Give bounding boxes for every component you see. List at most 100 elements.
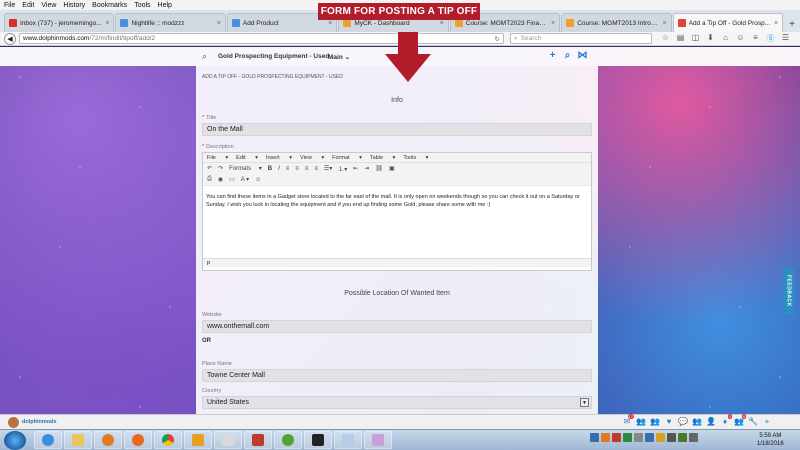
menu-history[interactable]: History <box>63 2 85 9</box>
formats-dropdown[interactable]: Formats ▾ <box>229 165 262 172</box>
close-icon[interactable]: × <box>663 20 667 27</box>
link-icon[interactable]: ⛓ <box>375 165 383 172</box>
title-input[interactable]: On the Mall <box>202 123 592 136</box>
indent-icon[interactable]: ⇥ <box>364 165 369 172</box>
align-left-icon[interactable]: ≡ <box>286 166 290 172</box>
close-icon[interactable]: × <box>774 20 778 27</box>
taskbar-paint[interactable] <box>364 431 392 449</box>
editor-menu-edit[interactable]: Edit ▾ <box>236 155 258 161</box>
reload-icon[interactable]: ↻ <box>495 35 500 43</box>
dropdown-arrow-icon[interactable]: ▼ <box>580 398 589 407</box>
people-icon[interactable]: 👥 5 <box>732 414 746 426</box>
bookmark-star-icon[interactable]: ☆ <box>658 33 673 44</box>
tray-icon[interactable] <box>601 433 610 442</box>
taskbar-filezilla[interactable] <box>244 431 272 449</box>
close-icon[interactable]: × <box>328 20 332 27</box>
home-icon[interactable]: ⌂ <box>718 33 733 44</box>
editor-menu-insert[interactable]: Insert ▾ <box>266 155 292 161</box>
share-icon[interactable]: ⋈ <box>575 50 590 61</box>
menu-help[interactable]: Help <box>158 2 172 9</box>
network-icon[interactable] <box>678 433 687 442</box>
download-icon[interactable]: ⬇ <box>703 33 718 44</box>
taskbar-firefox[interactable] <box>124 431 152 449</box>
numbered-list-icon[interactable]: ⒈▾ <box>338 164 347 173</box>
username-link[interactable]: dolphinmods <box>22 419 57 425</box>
smiley-icon[interactable]: ☺ <box>733 33 748 44</box>
editor-menu-view[interactable]: View ▾ <box>300 155 324 161</box>
country-select[interactable]: United States ▼ <box>202 396 592 409</box>
close-icon[interactable]: × <box>105 20 109 27</box>
taskbar-explorer[interactable] <box>64 431 92 449</box>
menu-file[interactable]: File <box>4 2 15 9</box>
add-icon[interactable]: + <box>760 417 774 426</box>
url-bar[interactable]: www.dolphinmods.com/72/m/findit/tipoff/a… <box>19 33 504 44</box>
search-input[interactable]: ⌕ Search <box>510 33 652 44</box>
close-icon[interactable]: × <box>551 20 555 27</box>
menu-view[interactable]: View <box>41 2 56 9</box>
menu-tools[interactable]: Tools <box>134 2 150 9</box>
close-icon[interactable]: × <box>440 20 444 27</box>
tray-icon[interactable] <box>634 433 643 442</box>
volume-icon[interactable] <box>689 433 698 442</box>
group-icon[interactable]: 👥 <box>648 417 662 426</box>
place-name-input[interactable]: Towne Center Mall <box>202 369 592 382</box>
redo-icon[interactable]: ↷ <box>218 165 223 172</box>
tab-gmail[interactable]: Inbox (737) - jeromemingo... × <box>4 13 115 32</box>
taskbar-app[interactable] <box>214 431 242 449</box>
start-button[interactable] <box>4 430 26 450</box>
preview-icon[interactable]: ◉ <box>218 176 223 183</box>
bullet-list-icon[interactable]: ☰▾ <box>324 165 332 172</box>
search-icon[interactable]: ⌕ <box>560 50 575 61</box>
align-right-icon[interactable]: ≡ <box>305 166 309 172</box>
emoticon-icon[interactable]: ☺ <box>255 177 261 183</box>
menu-bookmarks[interactable]: Bookmarks <box>92 2 127 9</box>
print-icon[interactable]: ⎙ <box>207 176 212 183</box>
tab-nightlife[interactable]: Nightlife :: modzzz × <box>115 13 226 32</box>
new-tab-button[interactable]: + <box>784 16 800 32</box>
align-center-icon[interactable]: ≡ <box>295 166 299 172</box>
feedback-tab[interactable]: FEEDBACK <box>783 268 794 314</box>
avatar[interactable] <box>8 416 19 428</box>
wrench-icon[interactable]: 🔧 <box>746 417 760 426</box>
category-breadcrumb[interactable]: Gold Prospecting Equipment - Used <box>218 53 329 60</box>
notifications-icon[interactable]: ♦ 3 <box>718 414 732 426</box>
users-icon[interactable]: 👤 <box>704 417 718 426</box>
pocket-icon[interactable]: ◫ <box>688 33 703 44</box>
chat-icon[interactable]: 💬 <box>676 417 690 426</box>
taskbar-outlook[interactable] <box>184 431 212 449</box>
hamburger-menu-icon[interactable]: ≡ <box>748 33 763 44</box>
text-color-icon[interactable]: A ▾ <box>241 176 249 183</box>
align-justify-icon[interactable]: ≡ <box>314 166 318 172</box>
editor-menu-tools[interactable]: Tools ▾ <box>403 155 428 161</box>
reading-list-icon[interactable]: ▤ <box>673 33 688 44</box>
skype-icon[interactable]: Ⓢ <box>763 33 778 44</box>
taskbar-chrome[interactable] <box>154 431 182 449</box>
taskbar-terminal[interactable] <box>304 431 332 449</box>
menu-edit[interactable]: Edit <box>22 2 34 9</box>
editor-menu-format[interactable]: Format ▾ <box>332 155 362 161</box>
media-icon[interactable]: ▭ <box>229 176 235 183</box>
tray-icon[interactable] <box>656 433 665 442</box>
tray-icon[interactable] <box>623 433 632 442</box>
tab-course-intro[interactable]: Course: MGMT2013 Introd... × <box>561 13 672 32</box>
bold-icon[interactable]: B <box>268 166 272 172</box>
menu-icon[interactable]: ☰ <box>778 33 793 44</box>
description-text[interactable]: You can find these items in a Gadget sto… <box>203 185 591 258</box>
tray-icon[interactable] <box>645 433 654 442</box>
taskbar-ie[interactable] <box>34 431 62 449</box>
taskbar-media[interactable] <box>94 431 122 449</box>
tray-icon[interactable] <box>612 433 621 442</box>
undo-icon[interactable]: ↶ <box>207 165 212 172</box>
italic-icon[interactable]: I <box>278 166 280 172</box>
mail-icon[interactable]: ✉ 17 <box>620 414 634 426</box>
search-icon[interactable]: ⌕ <box>202 51 207 62</box>
back-button[interactable]: ◀ <box>4 32 16 45</box>
tray-icon[interactable] <box>667 433 676 442</box>
friends-icon[interactable]: 👥 <box>634 417 648 426</box>
editor-menu-table[interactable]: Table ▾ <box>370 155 395 161</box>
editor-menu-file[interactable]: File ▾ <box>207 155 228 161</box>
system-clock[interactable]: 5:59 AM 1/18/2016 <box>757 432 784 448</box>
like-icon[interactable]: ♥ <box>662 417 676 426</box>
main-menu-button[interactable]: Main ⌄ <box>328 53 350 61</box>
taskbar-notepad[interactable] <box>334 431 362 449</box>
